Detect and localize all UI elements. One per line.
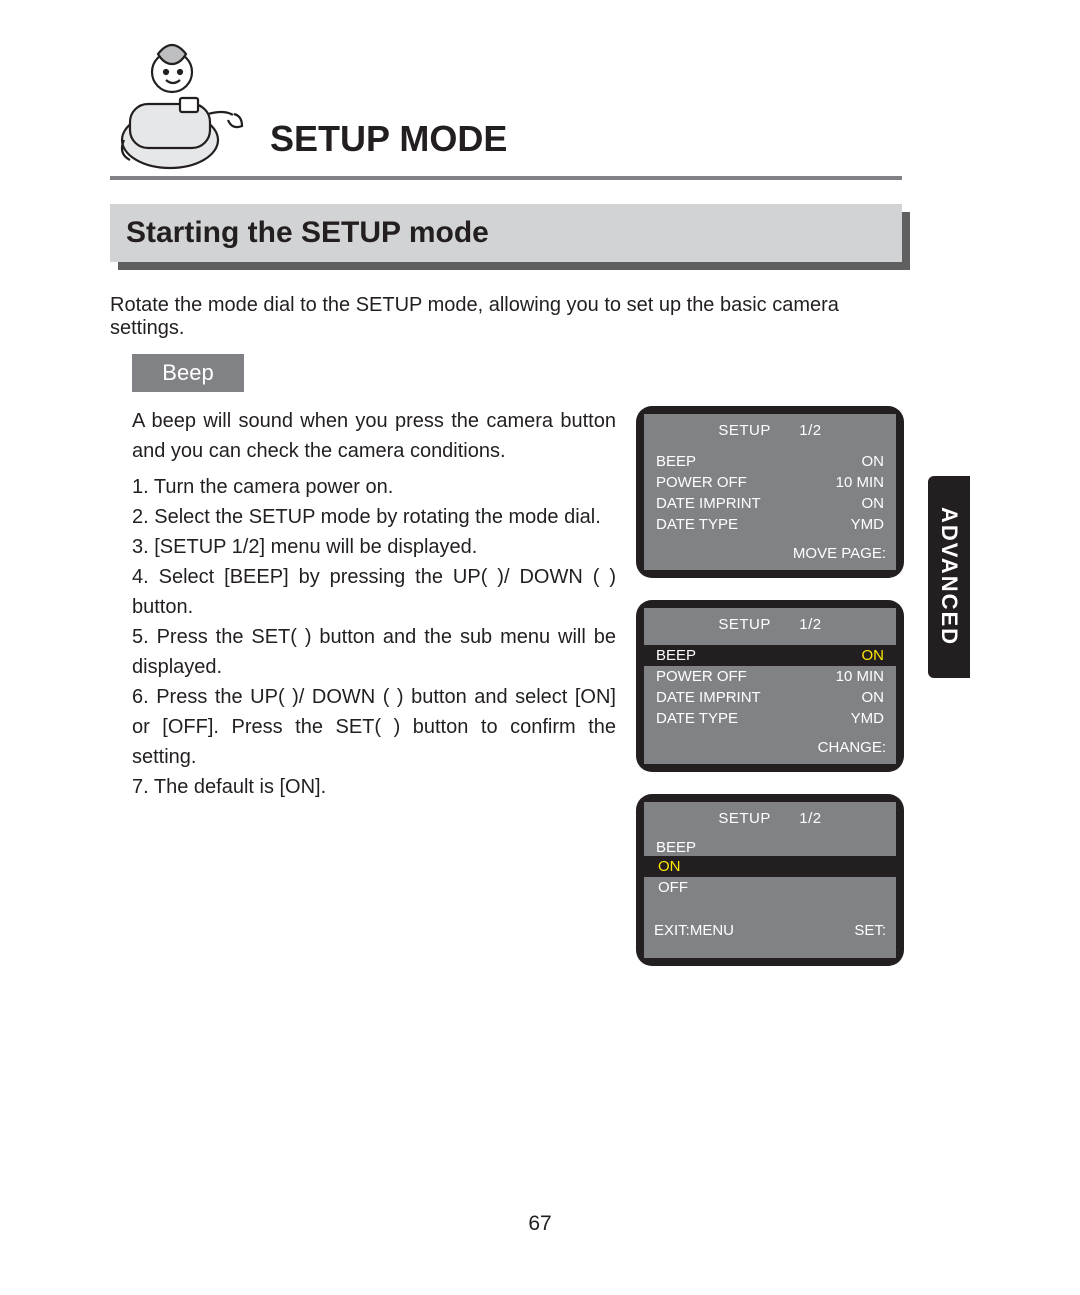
lcd-row: DATE TYPE YMD (654, 708, 886, 729)
lcd-screen-1: SETUP 1/2 BEEP ON POWER OFF 10 MIN DATE … (636, 406, 904, 578)
lcd-title: SETUP 1/2 (654, 614, 886, 645)
lcd-row: POWER OFF 10 MIN (654, 666, 886, 687)
lcd-title: SETUP 1/2 (654, 420, 886, 451)
lcd-row-label: BEEP (656, 453, 696, 470)
step: 5. Press the SET( ) button and the sub m… (132, 622, 616, 682)
lcd-row-label: BEEP (656, 647, 696, 664)
lcd-row: POWER OFF 10 MIN (654, 472, 886, 493)
lcd-row-label: POWER OFF (656, 474, 747, 491)
lcd-row-value: ON (862, 647, 885, 664)
lcd-row-highlight: BEEP ON (644, 645, 896, 666)
step: 4. Select [BEEP] by pressing the UP( )/ … (132, 562, 616, 622)
lcd-footer: CHANGE: (654, 729, 886, 756)
lcd-row-value: 10 MIN (836, 668, 884, 685)
lcd-option: OFF (644, 877, 896, 898)
lcd-screen-3: SETUP 1/2 BEEP ON OFF EXIT:MENU SET: (636, 794, 904, 966)
lcd-row-label: DATE IMPRINT (656, 495, 761, 512)
lcd-footer: EXIT:MENU SET: (654, 898, 886, 939)
sub-heading-chip: Beep (132, 354, 244, 392)
lcd-row-value: ON (862, 495, 885, 512)
body-column: A beep will sound when you press the cam… (132, 406, 616, 802)
lcd-option-selected: ON (644, 856, 896, 877)
lcd-row: DATE IMPRINT ON (654, 493, 886, 514)
manual-page: SETUP MODE Starting the SETUP mode Rotat… (0, 0, 1080, 1295)
side-tab-advanced: ADVANCED (928, 476, 970, 678)
intro-paragraph: Rotate the mode dial to the SETUP mode, … (110, 294, 902, 340)
lcd-footer-left: EXIT:MENU (654, 922, 734, 939)
body-intro: A beep will sound when you press the cam… (132, 406, 616, 466)
lcd-row-label: POWER OFF (656, 668, 747, 685)
lcd-sublabel: BEEP (654, 839, 886, 856)
page-title: SETUP MODE (270, 118, 507, 160)
lcd-footer: MOVE PAGE: (654, 535, 886, 562)
steps-list: 1. Turn the camera power on. 2. Select t… (132, 472, 616, 802)
step: 2. Select the SETUP mode by rotating the… (132, 502, 616, 532)
mascot-illustration (110, 28, 260, 178)
title-divider (110, 176, 902, 180)
step: 1. Turn the camera power on. (132, 472, 616, 502)
lcd-row-label: DATE IMPRINT (656, 689, 761, 706)
lcd-footer-right: SET: (854, 922, 886, 939)
lcd-title-text: SETUP (718, 616, 770, 633)
lcd-row: DATE TYPE YMD (654, 514, 886, 535)
lcd-title-text: SETUP (718, 810, 770, 827)
lcd-title: SETUP 1/2 (654, 808, 886, 839)
lcd-row-value: YMD (851, 710, 884, 727)
step: 6. Press the UP( )/ DOWN ( ) button and … (132, 682, 616, 772)
page-number: 67 (0, 1212, 1080, 1236)
lcd-row: DATE IMPRINT ON (654, 687, 886, 708)
lcd-row-label: DATE TYPE (656, 710, 738, 727)
lcd-row-value: ON (862, 689, 885, 706)
lcd-page: 1/2 (799, 616, 821, 633)
lcd-row-value: 10 MIN (836, 474, 884, 491)
lcd-row-label: DATE TYPE (656, 516, 738, 533)
lcd-row-value: ON (862, 453, 885, 470)
lcd-page: 1/2 (799, 810, 821, 827)
lcd-row: BEEP ON (654, 451, 886, 472)
lcd-page: 1/2 (799, 422, 821, 439)
section-heading: Starting the SETUP mode (110, 204, 902, 262)
lcd-row-value: YMD (851, 516, 884, 533)
lcd-title-text: SETUP (718, 422, 770, 439)
step: 7. The default is [ON]. (132, 772, 616, 802)
lcd-screen-2: SETUP 1/2 BEEP ON POWER OFF 10 MIN DATE … (636, 600, 904, 772)
step: 3. [SETUP 1/2] menu will be displayed. (132, 532, 616, 562)
